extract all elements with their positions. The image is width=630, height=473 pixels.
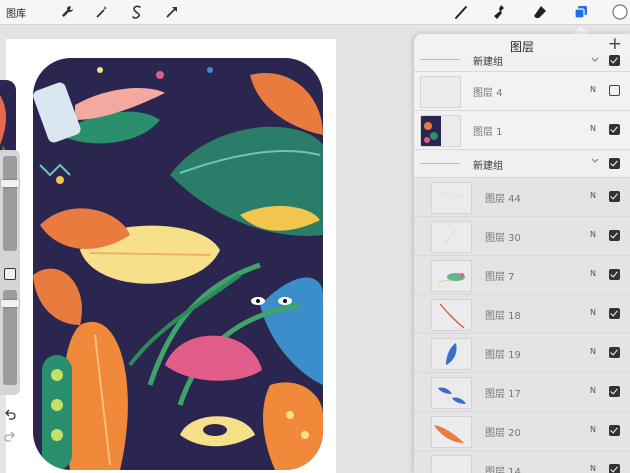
visibility-checkbox[interactable] xyxy=(609,425,620,436)
opacity-slider-thumb[interactable] xyxy=(1,300,19,307)
layer-row[interactable]: 图层 30 N xyxy=(414,217,630,256)
layer-thumbnail[interactable] xyxy=(420,76,461,108)
layer-row[interactable]: 图层 17 N xyxy=(414,373,630,412)
opacity-slider[interactable] xyxy=(1,290,19,385)
wrench-icon[interactable] xyxy=(58,3,76,21)
group-name: 新建组 xyxy=(473,57,503,68)
group-divider xyxy=(420,163,460,164)
layer-name: 图层 7 xyxy=(485,272,515,283)
visibility-checkbox[interactable] xyxy=(609,464,620,473)
undo-icon[interactable] xyxy=(3,408,17,422)
layers-list: 新建组 图层 4 N 图层 1 N 新建组 图层 44 N 图层 30 N 图层 7 N 图层 18 N 图… xyxy=(414,55,630,473)
layers-panel: 图层 + 新建组 图层 4 N 图层 1 N 新建组 图层 44 N 图层 30 N 图层 7 N 图层… xyxy=(414,34,630,473)
layers-icon[interactable] xyxy=(572,3,590,21)
layer-row[interactable]: 图层 14 N xyxy=(414,451,630,473)
blend-mode-button[interactable]: N xyxy=(590,85,596,94)
group-divider xyxy=(420,59,460,60)
layer-row[interactable]: 图层 4 N xyxy=(414,72,630,111)
layer-group-row[interactable]: 新建组 xyxy=(414,150,630,178)
visibility-checkbox[interactable] xyxy=(609,386,620,397)
layer-name: 图层 1 xyxy=(473,127,503,138)
layer-thumbnail[interactable] xyxy=(431,338,472,370)
blend-mode-button[interactable]: N xyxy=(590,269,596,278)
blend-mode-button[interactable]: N xyxy=(590,308,596,317)
layer-name: 图层 20 xyxy=(485,428,521,439)
blend-mode-button[interactable]: N xyxy=(590,386,596,395)
layer-thumbnail[interactable] xyxy=(420,115,461,147)
blend-mode-button[interactable]: N xyxy=(590,124,596,133)
layer-thumbnail[interactable] xyxy=(431,182,472,214)
blend-mode-button[interactable]: N xyxy=(590,464,596,473)
brush-size-slider-thumb[interactable] xyxy=(1,180,19,187)
layer-name: 图层 4 xyxy=(473,88,503,99)
blend-mode-button[interactable]: N xyxy=(590,191,596,200)
visibility-checkbox[interactable] xyxy=(609,55,620,66)
layer-thumbnail[interactable] xyxy=(431,221,472,253)
top-toolbar: 图库 xyxy=(0,0,630,25)
layer-row[interactable]: 图层 7 N xyxy=(414,256,630,295)
panel-pointer xyxy=(573,26,589,34)
brush-icon[interactable] xyxy=(452,3,470,21)
blend-mode-button[interactable]: N xyxy=(590,230,596,239)
transform-arrow-icon[interactable] xyxy=(163,3,181,21)
add-layer-button[interactable]: + xyxy=(608,34,622,54)
layer-name: 图层 14 xyxy=(485,467,521,473)
smudge-icon[interactable] xyxy=(490,3,508,21)
chevron-down-icon[interactable] xyxy=(590,55,600,65)
redo-icon[interactable] xyxy=(3,430,17,444)
visibility-checkbox[interactable] xyxy=(609,85,620,96)
selection-icon[interactable] xyxy=(128,3,146,21)
visibility-checkbox[interactable] xyxy=(609,158,620,169)
blend-mode-button[interactable]: N xyxy=(590,425,596,434)
left-sidebar xyxy=(0,150,20,442)
color-icon[interactable] xyxy=(611,3,629,21)
layer-thumbnail[interactable] xyxy=(431,299,472,331)
eraser-icon[interactable] xyxy=(531,3,549,21)
layer-name: 图层 44 xyxy=(485,194,521,205)
layer-row[interactable]: 图层 44 N xyxy=(414,178,630,217)
chevron-down-icon[interactable] xyxy=(590,156,600,166)
layer-row[interactable]: 图层 1 N xyxy=(414,111,630,150)
visibility-checkbox[interactable] xyxy=(609,191,620,202)
modify-button[interactable] xyxy=(4,268,16,280)
visibility-checkbox[interactable] xyxy=(609,347,620,358)
brush-size-slider[interactable] xyxy=(1,156,19,251)
panel-title: 图层 xyxy=(509,40,534,54)
magic-wand-icon[interactable] xyxy=(93,3,111,21)
visibility-checkbox[interactable] xyxy=(609,230,620,241)
gallery-button[interactable]: 图库 xyxy=(6,5,26,20)
layer-row[interactable]: 图层 19 N xyxy=(414,334,630,373)
canvas-area[interactable] xyxy=(0,25,413,473)
layer-row[interactable]: 图层 18 N xyxy=(414,295,630,334)
layer-thumbnail[interactable] xyxy=(431,455,472,473)
layer-name: 图层 19 xyxy=(485,350,521,361)
visibility-checkbox[interactable] xyxy=(609,308,620,319)
layer-name: 图层 30 xyxy=(485,233,521,244)
layer-name: 图层 18 xyxy=(485,311,521,322)
blend-mode-button[interactable]: N xyxy=(590,347,596,356)
visibility-checkbox[interactable] xyxy=(609,124,620,135)
artwork-illustration xyxy=(0,58,323,470)
visibility-checkbox[interactable] xyxy=(609,269,620,280)
layer-row[interactable]: 图层 20 N xyxy=(414,412,630,451)
layer-thumbnail[interactable] xyxy=(431,260,472,292)
layer-thumbnail[interactable] xyxy=(431,377,472,409)
group-name: 新建组 xyxy=(473,161,503,172)
layer-name: 图层 17 xyxy=(485,389,521,400)
layer-group-row[interactable]: 新建组 xyxy=(414,55,630,72)
layer-thumbnail[interactable] xyxy=(431,416,472,448)
